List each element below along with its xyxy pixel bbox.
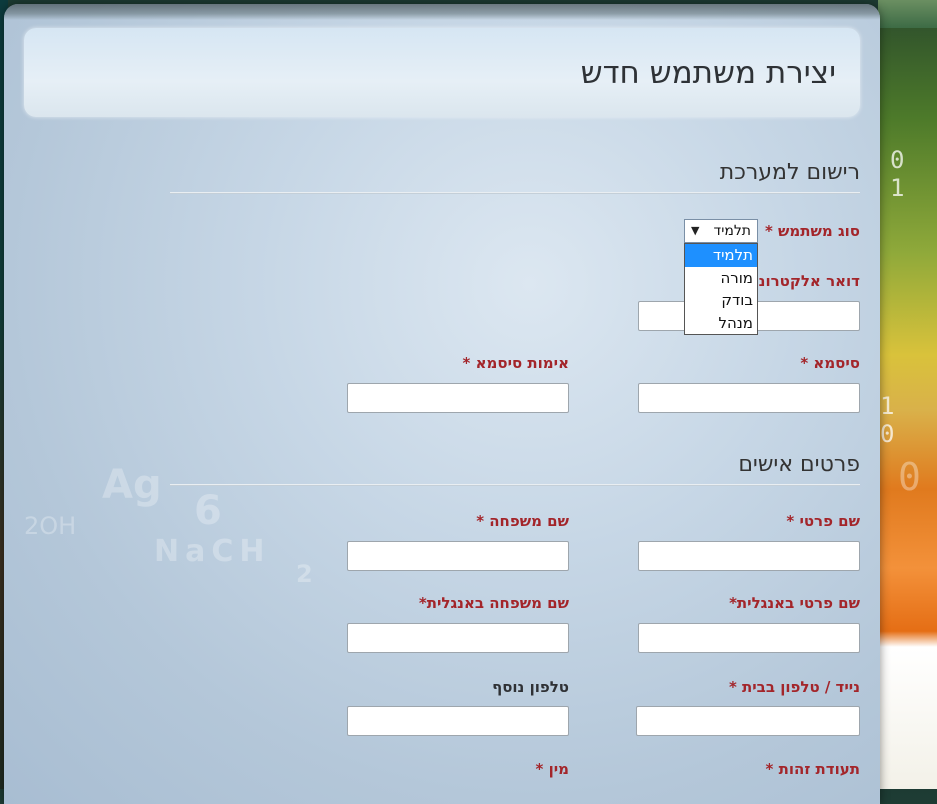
background-stripe	[878, 0, 937, 28]
section-title-personal: פרטים אישים	[738, 452, 860, 477]
password-field[interactable]	[638, 383, 860, 413]
panel-top-edge	[4, 4, 880, 20]
background-digits: 1 0	[880, 392, 901, 448]
section-title-registration: רישום למערכת	[719, 160, 860, 185]
watermark-text: 2OH	[24, 512, 77, 540]
last-name-english-label: שם משפחה באנגלית*	[418, 594, 569, 612]
background-right-decoration: 0 1 1 0 0	[878, 0, 937, 789]
password-confirm-field[interactable]	[347, 383, 569, 413]
background-digits: 0	[898, 455, 927, 499]
chevron-down-icon: ▼	[691, 224, 700, 237]
section-divider	[170, 192, 860, 194]
user-type-dropdown-list: תלמיד מורה בודק מנהל	[684, 243, 758, 335]
user-type-option[interactable]: תלמיד	[685, 244, 757, 267]
last-name-label: שם משפחה *	[476, 512, 569, 530]
password-confirm-label: אימות סיסמא *	[462, 354, 569, 372]
first-name-english-field[interactable]	[638, 623, 860, 653]
section-divider	[170, 484, 860, 486]
phone-field[interactable]	[636, 706, 860, 736]
last-name-field[interactable]	[347, 541, 569, 571]
password-label: סיסמא *	[800, 354, 860, 372]
user-type-select[interactable]: תלמיד ▼	[684, 219, 758, 243]
user-type-option[interactable]: מנהל	[685, 312, 757, 335]
registration-panel: Ag 6 NaCH 2 2OH יצירת משתמש חדש רישום למ…	[4, 4, 880, 804]
first-name-field[interactable]	[638, 541, 860, 571]
watermark-text: 6	[194, 488, 222, 534]
id-number-label: תעודת זהות *	[765, 760, 860, 778]
extra-phone-label: טלפון נוסף	[492, 678, 569, 696]
email-label: דואר אלקטרוני	[754, 272, 860, 290]
page-title: יצירת משתמש חדש	[580, 55, 836, 91]
user-type-option[interactable]: בודק	[685, 289, 757, 312]
watermark-text: NaCH	[154, 534, 271, 569]
page-header: יצירת משתמש חדש	[24, 28, 860, 117]
user-type-option[interactable]: מורה	[685, 267, 757, 290]
last-name-english-field[interactable]	[347, 623, 569, 653]
watermark-text: 2	[296, 560, 313, 588]
watermark-text: Ag	[102, 462, 162, 508]
user-type-selected-value: תלמיד	[713, 223, 751, 239]
phone-label: נייד / טלפון בבית *	[728, 678, 860, 696]
gender-label: מין *	[535, 760, 570, 778]
user-type-label: סוג משתמש *	[764, 222, 860, 240]
first-name-english-label: שם פרטי באנגלית*	[729, 594, 860, 612]
extra-phone-field[interactable]	[347, 706, 569, 736]
background-digits: 0 1	[890, 146, 911, 202]
first-name-label: שם פרטי *	[786, 512, 860, 530]
